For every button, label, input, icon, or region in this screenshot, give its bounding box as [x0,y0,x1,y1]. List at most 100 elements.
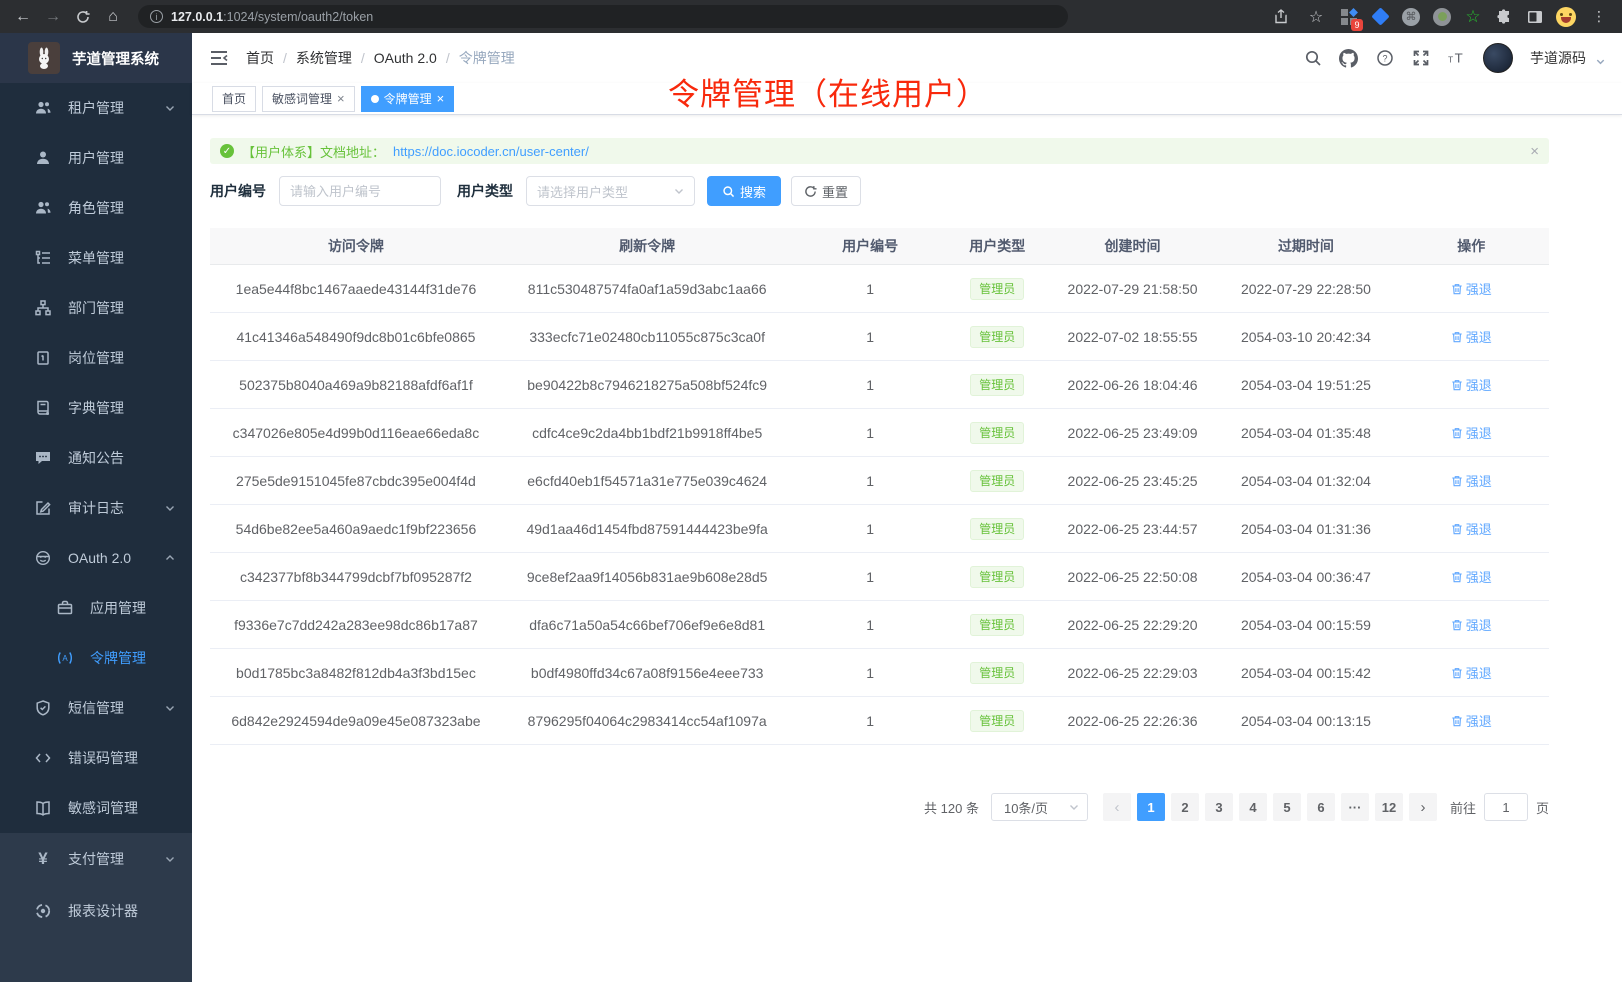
access-token-cell: 6d842e2924594de9a09e45e087323abe [210,713,502,729]
extensions-puzzle-icon[interactable] [1493,6,1515,28]
sidebar-item-oauth[interactable]: OAuth 2.0 [0,533,192,583]
force-logout-button[interactable]: 强退 [1451,471,1492,490]
side-panel-icon[interactable] [1524,6,1546,28]
github-icon[interactable] [1339,49,1358,68]
search-icon [722,185,735,198]
help-icon[interactable]: ? [1375,49,1394,68]
breadcrumb-oauth[interactable]: OAuth 2.0 [374,50,437,66]
breadcrumb-home[interactable]: 首页 [246,48,274,68]
sidebar-item-dict[interactable]: 字典管理 [0,383,192,433]
refresh-token-cell: 8796295f04064c2983414cc54af1097a [502,713,793,729]
sidebar-item-errcode[interactable]: 错误码管理 [0,733,192,783]
reset-button[interactable]: 重置 [791,176,861,206]
sidebar-item-pay[interactable]: ¥ 支付管理 [0,833,192,885]
sidebar-collapse-icon[interactable] [208,47,230,69]
sidebar-item-post[interactable]: 岗位管理 [0,333,192,383]
page-button[interactable]: 5 [1273,793,1301,821]
prev-page-button[interactable]: ‹ [1103,793,1131,821]
expire-time-cell: 2054-03-04 00:13:15 [1218,713,1393,729]
user-type-badge: 管理员 [970,374,1024,396]
sidebar-item-report-designer[interactable]: 报表设计器 [0,885,192,937]
extension-grid-icon[interactable]: 9 [1338,6,1360,28]
force-logout-button[interactable]: 强退 [1451,663,1492,682]
access-token-cell: 502375b8040a469a9b82188afdf6af1f [210,377,502,393]
page-button[interactable]: 2 [1171,793,1199,821]
extension-star-icon[interactable]: ☆ [1462,6,1484,28]
extension-gem-icon[interactable] [1369,6,1391,28]
expire-time-cell: 2054-03-04 00:15:59 [1218,617,1393,633]
page-button[interactable]: 3 [1205,793,1233,821]
sidebar-item-tenant[interactable]: 租户管理 [0,83,192,133]
browser-menu-icon[interactable]: ⋮ [1586,4,1612,30]
search-icon[interactable] [1303,49,1322,68]
tab-home[interactable]: 首页 [212,86,256,112]
page-button[interactable]: 12 [1375,793,1403,821]
breadcrumb-system[interactable]: 系统管理 [296,48,352,68]
sidebar-item-user[interactable]: 用户管理 [0,133,192,183]
sidebar-item-sensitive[interactable]: 敏感词管理 [0,783,192,833]
force-logout-button[interactable]: 强退 [1451,519,1492,538]
chevron-down-icon [164,502,176,514]
trash-icon [1451,667,1463,679]
username[interactable]: 芋道源码 [1530,48,1586,68]
sidebar-item-sms[interactable]: 短信管理 [0,683,192,733]
tab-sensitive-words[interactable]: 敏感词管理 × [262,86,355,112]
sidebar-item-oauth-token[interactable]: A 令牌管理 [0,633,192,683]
goto-page-input[interactable] [1484,793,1528,821]
next-page-button[interactable]: › [1409,793,1437,821]
user-id-input[interactable] [279,176,441,206]
app-logo-row[interactable]: 芋道管理系统 [0,33,192,83]
close-icon[interactable]: × [337,91,345,106]
force-logout-button[interactable]: 强退 [1451,279,1492,298]
table-row: 6d842e2924594de9a09e45e087323abe8796295f… [210,697,1549,745]
page-ellipsis-button[interactable]: ··· [1341,793,1369,821]
force-logout-button[interactable]: 强退 [1451,375,1492,394]
role-icon [34,199,52,217]
font-size-icon[interactable]: TT [1447,49,1466,68]
bookmark-star-icon[interactable]: ☆ [1303,4,1329,30]
refresh-token-cell: e6cfd40eb1f54571a31e775e039c4624 [502,473,793,489]
browser-reload-button[interactable] [70,4,96,30]
sidebar-item-dept[interactable]: 部门管理 [0,283,192,333]
badge-icon [34,349,52,367]
extension-record-icon[interactable] [1431,6,1453,28]
extension-command-icon[interactable]: ⌘ [1400,6,1422,28]
alert-close-icon[interactable]: × [1530,143,1539,160]
user-menu-caret-icon[interactable] [1595,56,1606,67]
page-button[interactable]: 4 [1239,793,1267,821]
page-button[interactable]: 1 [1137,793,1165,821]
page-size-select[interactable]: 10条/页 [991,793,1088,821]
search-button[interactable]: 搜索 [707,176,781,206]
fullscreen-icon[interactable] [1411,49,1430,68]
page-button[interactable]: 6 [1307,793,1335,821]
sidebar-item-notice[interactable]: 通知公告 [0,433,192,483]
sidebar-item-menu[interactable]: 菜单管理 [0,233,192,283]
sidebar-item-role[interactable]: 角色管理 [0,183,192,233]
force-logout-button[interactable]: 强退 [1451,567,1492,586]
refresh-token-cell: 49d1aa46d1454fbd87591444423be9fa [502,521,793,537]
user-type-select[interactable]: 请选择用户类型 [526,176,695,206]
page-suffix: 页 [1536,798,1549,817]
force-logout-button[interactable]: 强退 [1451,711,1492,730]
site-info-icon[interactable]: i [150,10,163,23]
doc-link[interactable]: https://doc.iocoder.cn/user-center/ [393,144,589,159]
address-bar[interactable]: i 127.0.0.1:1024/system/oauth2/token [138,5,1068,28]
sidebar-item-oauth-app[interactable]: 应用管理 [0,583,192,633]
browser-home-button[interactable]: ⌂ [100,4,126,30]
force-logout-button[interactable]: 强退 [1451,327,1492,346]
tenant-icon [34,99,52,117]
access-token-cell: b0d1785bc3a8482f812db4a3f3bd15ec [210,665,502,681]
browser-back-button[interactable]: ← [10,4,36,30]
force-logout-button[interactable]: 强退 [1451,423,1492,442]
force-logout-button[interactable]: 强退 [1451,615,1492,634]
share-icon[interactable] [1268,4,1294,30]
user-avatar[interactable] [1483,43,1513,73]
browser-forward-button[interactable]: → [40,4,66,30]
success-check-icon: ✓ [220,144,234,158]
close-icon[interactable]: × [437,91,445,106]
filter-form: 用户编号 用户类型 请选择用户类型 搜索 重置 [210,176,1549,206]
tab-token-management[interactable]: 令牌管理 × [361,86,455,112]
expire-time-cell: 2054-03-04 19:51:25 [1218,377,1393,393]
profile-avatar-icon[interactable] [1555,6,1577,28]
sidebar-item-audit-log[interactable]: 审计日志 [0,483,192,533]
